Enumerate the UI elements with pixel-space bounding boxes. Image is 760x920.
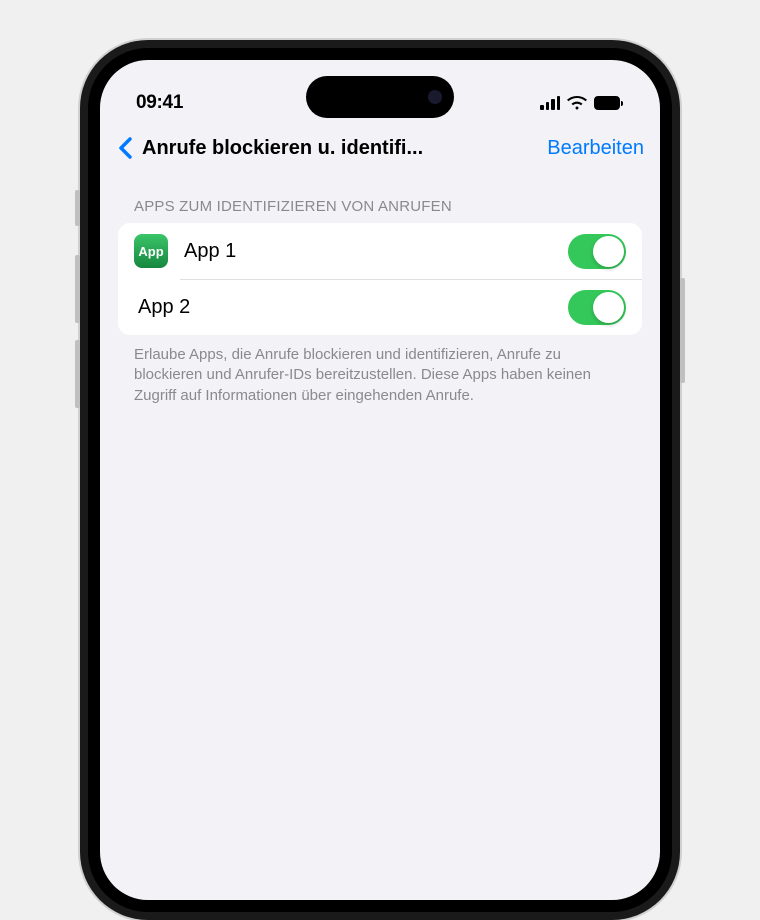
cellular-signal-icon (540, 96, 560, 110)
silence-switch (75, 190, 80, 226)
toggle-knob (593, 236, 624, 267)
section-header: APPS ZUM IDENTIFIZIEREN VON ANRUFEN (118, 174, 642, 223)
dynamic-island (306, 76, 454, 118)
app-label: App 2 (138, 296, 552, 319)
back-button[interactable] (116, 136, 134, 160)
volume-down-button (75, 340, 80, 408)
app-toggle[interactable] (568, 290, 626, 325)
app-row: App App 2 (118, 279, 642, 335)
app-toggle[interactable] (568, 234, 626, 269)
apps-list: App App 1 App App 2 (118, 223, 642, 335)
app-row: App App 1 (118, 223, 642, 279)
page-title: Anrufe blockieren u. identifi... (142, 137, 539, 160)
phone-bezel: 09:41 (88, 48, 672, 912)
volume-up-button (75, 255, 80, 323)
status-time: 09:41 (136, 92, 183, 114)
screen: 09:41 (100, 60, 660, 900)
toggle-knob (593, 292, 624, 323)
wifi-icon (567, 96, 587, 111)
app-icon: App (134, 234, 168, 268)
content-area: APPS ZUM IDENTIFIZIEREN VON ANRUFEN App … (100, 174, 660, 416)
phone-frame: 09:41 (80, 40, 680, 920)
navigation-bar: Anrufe blockieren u. identifi... Bearbei… (100, 124, 660, 174)
section-footer: Erlaube Apps, die Anrufe blockieren und … (118, 335, 642, 416)
status-icons (540, 96, 624, 111)
power-button (680, 278, 685, 383)
edit-button[interactable]: Bearbeiten (547, 137, 644, 160)
app-label: App 1 (184, 240, 552, 263)
battery-icon (594, 96, 624, 111)
